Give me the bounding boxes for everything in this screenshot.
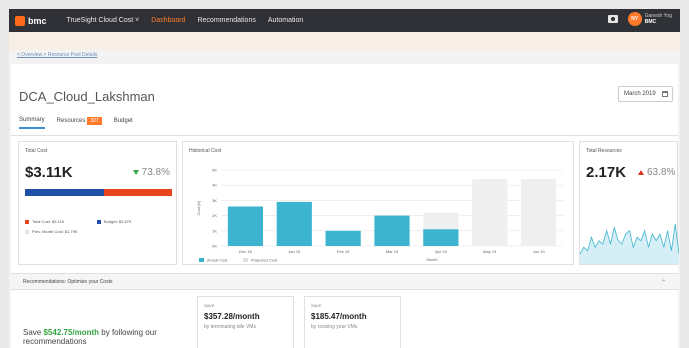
y-tick-label: 3K <box>212 198 217 203</box>
projected-cost-bar <box>520 179 557 246</box>
breadcrumb[interactable]: < Overview > Resource Pool Details <box>17 52 97 58</box>
legend-prev-month: Prev. Month Cost: $1.79K <box>25 229 78 234</box>
tab-summary[interactable]: Summary <box>19 117 45 129</box>
legend-projected-label: Projected Cost <box>251 258 278 263</box>
product-menu[interactable]: TrueSight Cloud Cost ˅ <box>67 17 140 24</box>
tab-divider <box>11 135 678 136</box>
main-content: DCA_Cloud_Lakshman March 2019 Summary Re… <box>11 64 679 348</box>
nav-recommendations[interactable]: Recommendations <box>197 17 255 24</box>
budget-segment <box>25 189 105 196</box>
y-axis-label: Cost (K) <box>196 200 201 215</box>
tab-budget[interactable]: Budget <box>114 118 133 128</box>
nav-automation[interactable]: Automation <box>268 17 303 24</box>
x-tick-label: May 19 <box>483 249 497 254</box>
x-tick-label: Mar 19 <box>386 249 399 254</box>
y-tick-label: 2K <box>212 213 217 218</box>
reco-card-label: SAVE <box>204 303 215 308</box>
actual-cost-bar <box>423 229 459 246</box>
cost-vs-budget-bar <box>25 189 172 196</box>
resources-count-badge: 327 <box>87 117 102 125</box>
actual-cost-bar <box>325 230 361 246</box>
reco-card-value: $357.28/month <box>204 312 260 321</box>
cost-segment <box>104 189 172 196</box>
budget-swatch <box>97 219 101 224</box>
legend-projected-swatch <box>243 258 248 262</box>
total-resources-card: Total Resources 2.17K 63.8% <box>579 141 679 265</box>
x-tick-label: Jun 19 <box>533 249 546 254</box>
chevron-up-icon[interactable]: ⌃ <box>661 279 666 286</box>
legend-actual-label: Actual Cost <box>207 258 228 263</box>
calendar-icon[interactable] <box>662 91 668 97</box>
y-tick-label: 0K <box>212 244 217 249</box>
user-tenant: BMC <box>644 19 657 25</box>
y-tick-label: 5K <box>212 168 217 173</box>
nav-dashboard[interactable]: Dashboard <box>151 17 185 24</box>
projected-cost-bar <box>472 179 508 246</box>
reco-card-resize-vms[interactable]: SAVE $185.47/month by resizing your VMs <box>304 296 401 348</box>
y-tick-label: 4K <box>212 183 217 188</box>
tab-resources[interactable]: Resources 327 <box>57 117 102 129</box>
recommendations-title: Recommendations: Optimize your Costs <box>23 279 113 285</box>
legend-budget: Budget: $3.67K <box>97 219 132 224</box>
legend-budget-label: Budget: $3.67K <box>104 219 132 224</box>
historical-cost-card: Historical Cost 0K 1K 2K 3K 4K 5K Cost (K) Dec … <box>182 141 574 265</box>
legend-prev-month-label: Prev. Month Cost: $1.79K <box>32 229 78 234</box>
savings-summary: Save $542.75/month by following our reco… <box>23 328 183 346</box>
recommendations-section: Recommendations: Optimize your Costs ⌃ S… <box>11 273 678 348</box>
resources-sparkline <box>580 223 679 264</box>
x-tick-label: Jan 19 <box>288 249 301 254</box>
y-tick-label: 1K <box>212 228 217 233</box>
x-tick-label: Apr 19 <box>435 249 448 254</box>
trend-down-icon <box>132 170 139 175</box>
x-tick-label: Dec 18 <box>239 249 252 254</box>
actual-cost-bar <box>276 201 312 246</box>
savings-prefix: Save <box>23 328 42 337</box>
bmc-logo[interactable]: bmc <box>15 15 47 26</box>
legend-total-cost-label: Total Cost: $3.11K <box>32 219 65 224</box>
page-title: DCA_Cloud_Lakshman <box>19 89 155 104</box>
recommendations-header[interactable]: Recommendations: Optimize your Costs ⌃ <box>11 274 678 290</box>
x-tick-label: Feb 19 <box>337 249 350 254</box>
x-axis-label: Month <box>426 257 437 262</box>
reco-card-value: $185.47/month <box>311 312 367 321</box>
camera-icon[interactable] <box>607 15 618 23</box>
total-cost-delta: 73.8% <box>132 167 170 178</box>
historical-cost-chart: 0K 1K 2K 3K 4K 5K Cost (K) Dec 18 Jan 19 Feb 19 Ma… <box>196 168 563 263</box>
actual-cost-bar <box>374 215 410 246</box>
total-cost-delta-value: 73.8% <box>141 167 170 178</box>
bmc-logo-icon <box>15 15 25 26</box>
notice-banner <box>9 32 680 50</box>
legend-actual-swatch <box>199 258 204 262</box>
savings-amount: $542.75/month <box>43 328 100 337</box>
total-cost-card: Total Cost $3.11K 73.8% Total Cost: $3.1… <box>18 141 177 265</box>
user-area: NY Ganesh Yog BMC <box>607 12 672 26</box>
app-frame: bmc TrueSight Cloud Cost ˅ Dashboard Rec… <box>9 9 680 348</box>
reco-card-label: SAVE <box>311 303 322 308</box>
total-cost-title: Total Cost <box>25 148 48 154</box>
reco-card-idle-vms[interactable]: SAVE $357.28/month by terminating idle V… <box>197 296 294 348</box>
tab-resources-label: Resources <box>56 118 86 124</box>
reco-card-desc: by terminating idle VMs <box>204 324 256 330</box>
month-picker-value: March 2019 <box>624 91 656 97</box>
legend-total-cost: Total Cost: $3.11K <box>25 219 64 224</box>
logo-text: bmc <box>28 15 47 26</box>
month-picker[interactable]: March 2019 <box>618 86 673 102</box>
tab-bar: Summary Resources 327 Budget <box>19 116 145 130</box>
avatar[interactable]: NY <box>627 12 642 26</box>
reco-card-desc: by resizing your VMs <box>311 324 358 330</box>
prev-month-swatch <box>25 229 29 234</box>
total-cost-value: $3.11K <box>25 164 73 181</box>
total-cost-swatch <box>25 219 29 224</box>
top-nav-bar: bmc TrueSight Cloud Cost ˅ Dashboard Rec… <box>9 9 680 32</box>
user-info[interactable]: Ganesh Yog BMC <box>645 13 672 25</box>
actual-cost-bar <box>227 206 264 246</box>
